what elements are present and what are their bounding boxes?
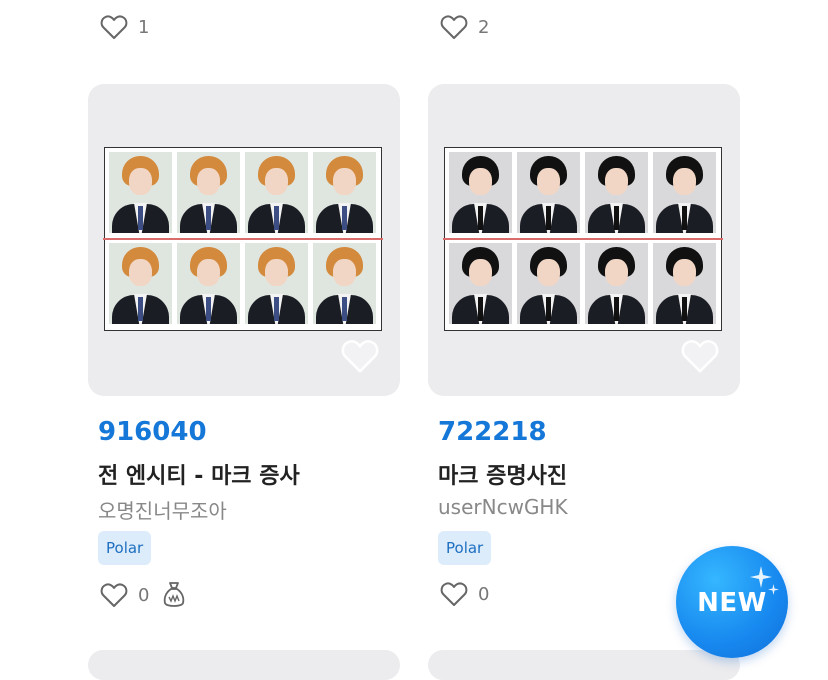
new-listing-button[interactable]: NEW <box>676 546 788 658</box>
product-thumbnail[interactable] <box>428 84 740 396</box>
id-photo <box>653 152 716 233</box>
cut-guide-line <box>443 238 723 240</box>
id-photo <box>449 243 512 324</box>
id-photo <box>313 243 376 324</box>
heart-icon[interactable] <box>100 582 128 608</box>
id-photo <box>313 152 376 233</box>
heart-icon[interactable] <box>440 14 468 40</box>
product-like-row: 0 <box>100 581 185 609</box>
like-count: 1 <box>138 16 150 38</box>
product-thumbnail-next[interactable] <box>428 650 740 680</box>
product-thumbnail[interactable] <box>88 84 400 396</box>
id-photo <box>245 243 308 324</box>
favorite-heart-icon[interactable] <box>680 338 720 378</box>
heart-icon[interactable] <box>100 14 128 40</box>
like-count: 0 <box>138 584 150 606</box>
like-row-top-right: 2 <box>440 14 489 40</box>
id-photo <box>177 243 240 324</box>
id-photo <box>245 152 308 233</box>
new-label: NEW <box>697 588 767 618</box>
cut-guide-line <box>103 238 383 240</box>
id-photo-sheet <box>103 147 383 331</box>
id-photo <box>517 243 580 324</box>
seller-name[interactable]: 오명진너무조아 <box>98 495 227 524</box>
id-photo <box>585 152 648 233</box>
like-row-top-left: 1 <box>100 14 149 40</box>
product-price[interactable]: 916040 <box>98 417 207 447</box>
like-count: 0 <box>478 583 490 605</box>
id-photo-sheet <box>443 147 723 331</box>
product-title[interactable]: 전 엔시티 - 마크 증사 <box>98 458 300 490</box>
favorite-heart-icon[interactable] <box>340 338 380 378</box>
heart-icon[interactable] <box>440 581 468 607</box>
id-photo <box>585 243 648 324</box>
product-thumbnail-next[interactable] <box>88 650 400 680</box>
product-price[interactable]: 722218 <box>438 417 547 447</box>
like-count: 2 <box>478 16 490 38</box>
product-like-row: 0 <box>440 581 489 607</box>
category-tag[interactable]: Polar <box>438 531 492 565</box>
id-photo <box>653 243 716 324</box>
id-photo <box>517 152 580 233</box>
id-photo <box>449 152 512 233</box>
id-photo <box>109 243 172 324</box>
money-bag-icon <box>163 581 185 609</box>
category-tag[interactable]: Polar <box>98 531 152 565</box>
id-photo <box>109 152 172 233</box>
product-title[interactable]: 마크 증명사진 <box>438 458 567 490</box>
seller-name[interactable]: userNcwGHK <box>438 495 568 519</box>
id-photo <box>177 152 240 233</box>
